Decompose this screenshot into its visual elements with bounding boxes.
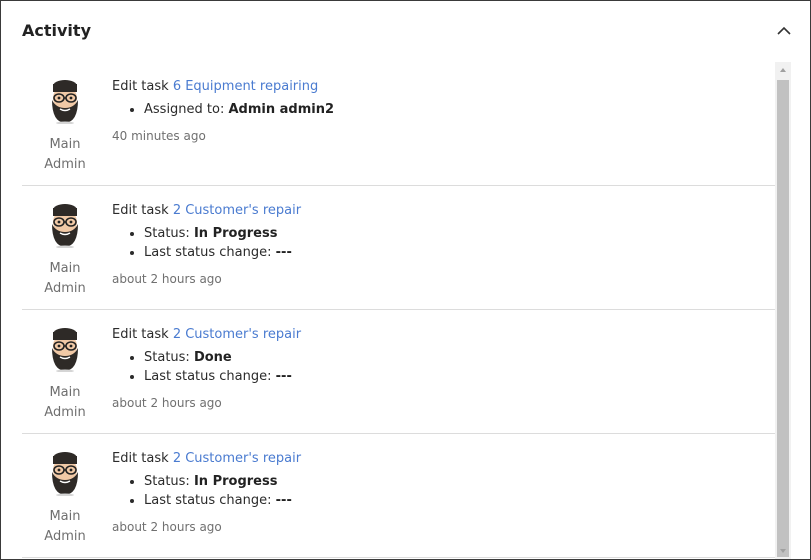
bearded-man-avatar-icon [52,204,78,248]
scroll-up-button[interactable] [775,62,791,78]
author-first-name: Main [49,385,81,400]
timestamp: about 2 hours ago [112,520,222,534]
detail-item: Last status change: --- [144,367,775,386]
task-link[interactable]: 2 Customer's repair [173,451,301,466]
detail-item: Status: Done [144,348,775,367]
detail-item: Status: In Progress [144,224,775,243]
author-first-name: Main [49,509,81,524]
scroll-down-button[interactable] [775,543,791,559]
chevron-up-icon [777,26,791,35]
action-text: Edit task [112,327,169,342]
action-line: Edit task 2 Customer's repair [112,326,775,344]
action-text: Edit task [112,79,169,94]
bearded-man-avatar-icon [52,452,78,496]
detail-value: --- [275,245,292,260]
change-details: Status: In Progress Last status change: … [112,224,775,262]
author-last-name: Admin [44,157,86,172]
detail-value: Done [193,350,232,365]
timestamp: 40 minutes ago [112,129,206,143]
author-name: Main Admin [22,259,108,299]
entry-content: Edit task 6 Equipment repairing Assigned… [112,78,775,143]
activity-panel: Activity Main Admin Edit task 6 Equipmen… [0,0,811,560]
task-link[interactable]: 6 Equipment repairing [173,79,318,94]
task-link[interactable]: 2 Customer's repair [173,203,301,218]
author-last-name: Admin [44,405,86,420]
entry-content: Edit task 2 Customer's repair Status: Do… [112,326,775,410]
panel-title: Activity [22,21,91,40]
detail-label: Status: [144,474,190,489]
triangle-down-icon [780,549,786,553]
detail-item: Assigned to: Admin admin2 [144,100,775,119]
action-line: Edit task 2 Customer's repair [112,450,775,468]
detail-value: Admin admin2 [228,102,335,117]
author-name: Main Admin [22,135,108,175]
activity-entry: Main Admin Edit task 2 Customer's repair… [22,186,775,310]
detail-label: Last status change: [144,493,272,508]
change-details: Status: Done Last status change: --- [112,348,775,386]
detail-value: In Progress [193,226,278,241]
author-first-name: Main [49,137,81,152]
bearded-man-avatar-icon [52,328,78,372]
collapse-button[interactable] [774,21,794,41]
change-details: Assigned to: Admin admin2 [112,100,775,119]
author-name: Main Admin [22,383,108,423]
triangle-up-icon [780,68,786,72]
scrollbar-thumb[interactable] [777,80,789,557]
detail-item: Status: In Progress [144,472,775,491]
author-last-name: Admin [44,529,86,544]
detail-label: Status: [144,350,190,365]
detail-label: Status: [144,226,190,241]
timestamp: about 2 hours ago [112,272,222,286]
panel-header: Activity [1,1,810,61]
detail-label: Last status change: [144,245,272,260]
entry-content: Edit task 2 Customer's repair Status: In… [112,450,775,534]
detail-item: Last status change: --- [144,243,775,262]
action-line: Edit task 2 Customer's repair [112,202,775,220]
action-text: Edit task [112,451,169,466]
activity-entry: Main Admin Edit task 2 Customer's repair… [22,434,775,558]
entry-content: Edit task 2 Customer's repair Status: In… [112,202,775,286]
change-details: Status: In Progress Last status change: … [112,472,775,510]
detail-item: Last status change: --- [144,491,775,510]
task-link[interactable]: 2 Customer's repair [173,327,301,342]
author-last-name: Admin [44,281,86,296]
detail-value: --- [275,493,292,508]
action-line: Edit task 6 Equipment repairing [112,78,775,96]
author-name: Main Admin [22,507,108,547]
detail-value: In Progress [193,474,278,489]
detail-label: Assigned to: [144,102,225,117]
vertical-scrollbar[interactable] [775,62,791,559]
author-first-name: Main [49,261,81,276]
detail-label: Last status change: [144,369,272,384]
bearded-man-avatar-icon [52,80,78,124]
timestamp: about 2 hours ago [112,396,222,410]
activity-entry: Main Admin Edit task 6 Equipment repairi… [22,62,775,186]
activity-feed[interactable]: Main Admin Edit task 6 Equipment repairi… [22,62,775,559]
activity-entry: Main Admin Edit task 2 Customer's repair… [22,310,775,434]
action-text: Edit task [112,203,169,218]
detail-value: --- [275,369,292,384]
